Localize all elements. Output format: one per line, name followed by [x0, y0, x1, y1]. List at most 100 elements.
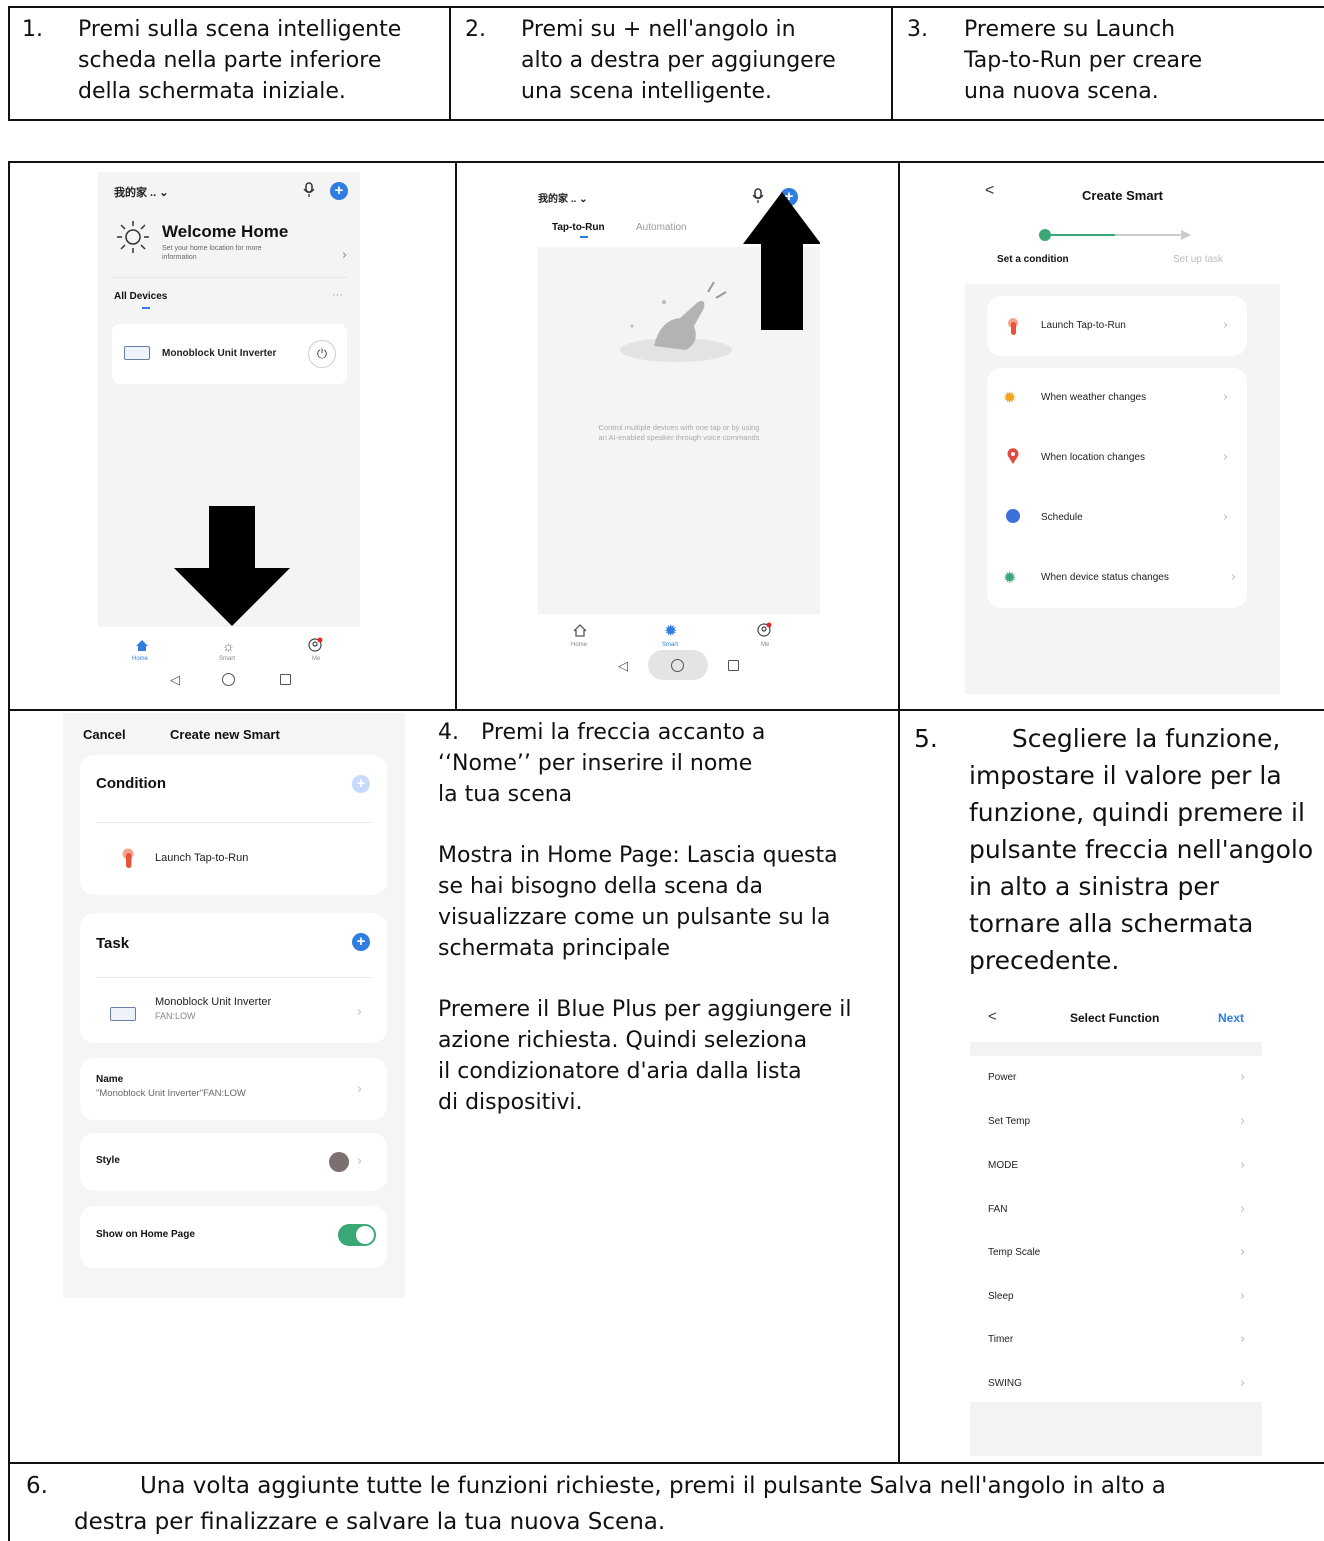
condition-device-status[interactable]: When device status changes — [1041, 572, 1169, 583]
chevron-right-icon: › — [1231, 570, 1237, 585]
progress-indicator — [1035, 228, 1195, 242]
chevron-right-icon: › — [1223, 318, 1229, 333]
nav-label-me[interactable]: Me — [761, 642, 769, 648]
step-6-line-1: 6. Una volta aggiunte tutte le funzioni r… — [26, 1468, 1316, 1504]
launch-card[interactable]: Launch Tap-to-Run › — [987, 296, 1247, 356]
chevron-right-icon: › — [1240, 1158, 1246, 1173]
weather-icon: ✹ — [1003, 390, 1017, 407]
function-timer[interactable]: Timer — [988, 1334, 1013, 1345]
chevron-right-icon[interactable]: › — [357, 1154, 362, 1169]
function-mode[interactable]: MODE — [988, 1160, 1018, 1171]
function-fan[interactable]: FAN — [988, 1204, 1007, 1215]
add-condition-icon[interactable]: + — [352, 775, 370, 793]
tab-indicator — [580, 236, 588, 238]
chevron-right-icon[interactable]: › — [357, 1005, 362, 1020]
chevron-right-icon: › — [1240, 1114, 1246, 1129]
device-card[interactable]: Monoblock Unit Inverter ⏻ — [112, 324, 347, 384]
text-line: la tua scena — [438, 782, 573, 807]
function-power[interactable]: Power — [988, 1072, 1016, 1083]
chevron-right-icon[interactable]: › — [357, 1082, 362, 1097]
name-label: Name — [96, 1074, 124, 1085]
me-icon[interactable] — [757, 622, 772, 637]
name-row[interactable]: Name "Monoblock Unit Inverter"FAN:LOW › — [80, 1058, 387, 1120]
function-sleep[interactable]: Sleep — [988, 1291, 1014, 1302]
home-icon[interactable] — [135, 639, 149, 657]
text-line: schermata principale — [438, 936, 671, 961]
nav-label-smart[interactable]: Smart — [662, 642, 678, 648]
chevron-right-icon[interactable]: › — [342, 248, 347, 263]
power-button[interactable]: ⏻ — [308, 340, 336, 368]
back-button[interactable]: < — [988, 1008, 997, 1025]
task-device-value: FAN:LOW — [155, 1011, 196, 1021]
step-5-text: 5. Scegliere la funzione, impostare il va… — [914, 720, 1322, 979]
android-recents-icon[interactable] — [728, 660, 739, 671]
text-line: scheda nella parte inferiore — [78, 48, 382, 73]
home-selector[interactable]: 我的家 .. ⌄ — [114, 184, 168, 200]
nav-label-home[interactable]: Home — [571, 642, 587, 648]
android-recents-icon[interactable] — [280, 674, 291, 685]
add-icon[interactable]: + — [330, 182, 348, 200]
android-back-icon[interactable]: ◁ — [618, 658, 628, 674]
text-line: Scegliere la funzione, — [1011, 724, 1281, 753]
condition-card: Condition + Launch Tap-to-Run — [80, 755, 387, 895]
text-line: in alto a sinistra per — [969, 872, 1219, 901]
tab-tap-to-run[interactable]: Tap-to-Run — [552, 222, 605, 233]
show-home-toggle[interactable] — [338, 1224, 376, 1246]
task-device-name[interactable]: Monoblock Unit Inverter — [155, 996, 271, 1008]
step-2: 2. — [465, 14, 486, 45]
page-title: Create new Smart — [170, 727, 280, 742]
home-selector[interactable]: 我的家 .. ⌄ — [538, 190, 588, 205]
condition-weather[interactable]: When weather changes — [1041, 392, 1146, 403]
text-line: Una volta aggiunte tutte le funzioni ric… — [139, 1473, 1166, 1499]
section-all-devices[interactable]: All Devices — [114, 291, 167, 302]
task-card: Task + Monoblock Unit Inverter FAN:LOW › — [80, 913, 387, 1043]
clock-icon — [1006, 509, 1020, 523]
style-color-icon[interactable] — [329, 1152, 349, 1172]
text-line: della schermata iniziale. — [78, 79, 346, 104]
smart-icon[interactable]: ✹ — [664, 621, 677, 641]
text-line: precedente. — [969, 946, 1120, 975]
me-icon[interactable] — [308, 637, 323, 652]
condition-schedule[interactable]: Schedule — [1041, 512, 1083, 523]
style-row[interactable]: Style › — [80, 1133, 387, 1191]
chevron-right-icon: › — [1240, 1332, 1246, 1347]
tap-hand-icon — [1005, 316, 1023, 336]
name-value: "Monoblock Unit Inverter"FAN:LOW — [96, 1088, 246, 1099]
text-line: Control multiple devices with one tap or… — [598, 423, 760, 432]
chevron-right-icon: › — [1240, 1202, 1246, 1217]
condition-location[interactable]: When location changes — [1041, 452, 1145, 463]
android-home-icon[interactable] — [222, 673, 235, 686]
step-1: 1. — [22, 14, 43, 45]
nav-label-me[interactable]: Me — [312, 656, 320, 662]
add-task-icon[interactable]: + — [352, 933, 370, 951]
step-4-text: 4. Premi la freccia accanto a ‘‘Nome’’ pe… — [438, 717, 893, 1118]
nav-label-smart[interactable]: Smart — [219, 656, 235, 662]
smart-icon[interactable]: ☼ — [222, 638, 235, 654]
text-line: funzione, quindi premere il — [969, 798, 1305, 827]
step-number: 4. — [438, 720, 459, 745]
screenshot-smart: 我的家 .. ⌄ + Tap-to-Run Automation Control… — [538, 172, 820, 684]
step-number: 6. — [26, 1473, 48, 1499]
function-swing[interactable]: SWING — [988, 1378, 1022, 1389]
function-temp-scale[interactable]: Temp Scale — [988, 1247, 1040, 1258]
nav-label-home[interactable]: Home — [132, 656, 148, 662]
bottom-nav: Home ☼ Smart Me ◁ — [98, 627, 360, 709]
device-name: Monoblock Unit Inverter — [162, 348, 277, 359]
home-outline-icon[interactable] — [573, 624, 587, 642]
text-line: azione richiesta. Quindi seleziona — [438, 1028, 808, 1053]
cancel-button[interactable]: Cancel — [83, 727, 126, 742]
more-icon[interactable]: ··· — [332, 289, 343, 301]
chevron-right-icon: › — [1223, 390, 1229, 405]
text-line: ‘‘Nome’’ per inserire il nome — [438, 751, 753, 776]
page-title: Select Function — [1070, 1011, 1160, 1025]
next-button[interactable]: Next — [1218, 1011, 1244, 1025]
arrow-up-icon — [743, 192, 820, 330]
text-line: Premi la freccia accanto a — [481, 720, 766, 745]
tab-automation[interactable]: Automation — [636, 222, 687, 233]
welcome-subtitle[interactable]: Set your home location for more informat… — [162, 244, 262, 262]
condition-launch-item[interactable]: Launch Tap-to-Run — [155, 852, 248, 864]
function-set-temp[interactable]: Set Temp — [988, 1116, 1030, 1127]
microphone-icon[interactable] — [302, 182, 316, 198]
android-home-icon[interactable] — [671, 659, 684, 672]
android-back-icon[interactable]: ◁ — [170, 672, 180, 688]
